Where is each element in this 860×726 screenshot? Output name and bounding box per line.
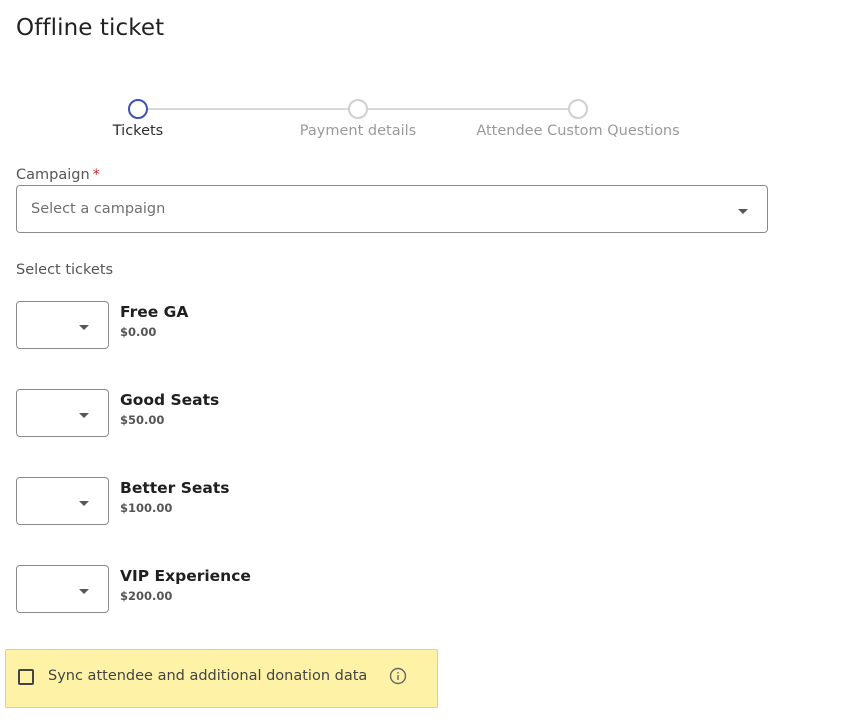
- ticket-price: $200.00: [120, 589, 173, 603]
- ticket-name: VIP Experience: [120, 567, 251, 585]
- ticket-price: $50.00: [120, 413, 165, 427]
- step-payment-label[interactable]: Payment details: [300, 123, 416, 139]
- sync-checkbox[interactable]: [18, 669, 34, 685]
- step-questions-circle[interactable]: [568, 99, 588, 119]
- chevron-down-icon: [79, 325, 89, 330]
- stepper: Tickets Payment details Attendee Custom …: [0, 98, 860, 148]
- ticket-name: Good Seats: [120, 391, 220, 409]
- ticket-row: Free GA $0.00: [16, 301, 516, 349]
- campaign-select[interactable]: Select a campaign: [16, 185, 768, 233]
- step-tickets-circle[interactable]: [128, 99, 148, 119]
- step-connector-2: [368, 108, 568, 110]
- quantity-select[interactable]: [16, 301, 109, 349]
- select-tickets-label: Select tickets: [16, 262, 114, 278]
- quantity-select[interactable]: [16, 565, 109, 613]
- ticket-price: $100.00: [120, 501, 173, 515]
- ticket-row: Better Seats $100.00: [16, 477, 516, 525]
- info-circle-icon[interactable]: [389, 667, 407, 685]
- chevron-down-icon: [79, 501, 89, 506]
- ticket-row: VIP Experience $200.00: [16, 565, 516, 613]
- campaign-select-placeholder: Select a campaign: [31, 201, 166, 217]
- ticket-price: $0.00: [120, 325, 157, 339]
- step-tickets-label[interactable]: Tickets: [113, 123, 163, 139]
- page-title: Offline ticket: [16, 15, 165, 41]
- ticket-name: Better Seats: [120, 479, 230, 497]
- campaign-label-text: Campaign: [16, 167, 90, 183]
- chevron-down-icon: [79, 589, 89, 594]
- required-asterisk: *: [92, 167, 100, 183]
- ticket-name: Free GA: [120, 303, 189, 321]
- sync-label[interactable]: Sync attendee and additional donation da…: [48, 668, 367, 684]
- campaign-field-label: Campaign *: [16, 167, 100, 183]
- chevron-down-icon: [79, 413, 89, 418]
- ticket-row: Good Seats $50.00: [16, 389, 516, 437]
- step-connector-1: [148, 108, 348, 110]
- quantity-select[interactable]: [16, 389, 109, 437]
- chevron-down-icon: [738, 209, 748, 214]
- quantity-select[interactable]: [16, 477, 109, 525]
- sync-data-banner: Sync attendee and additional donation da…: [5, 649, 438, 708]
- step-questions-label[interactable]: Attendee Custom Questions: [476, 123, 679, 139]
- step-payment-circle[interactable]: [348, 99, 368, 119]
